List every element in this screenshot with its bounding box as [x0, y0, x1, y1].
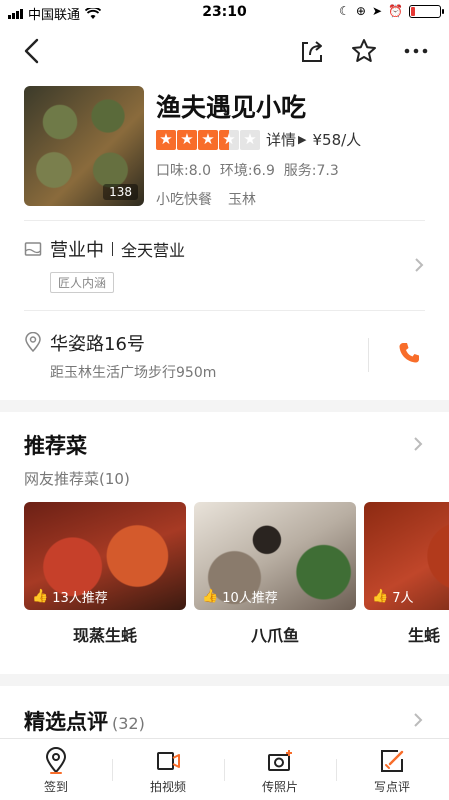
details-link[interactable]: 详情	[266, 129, 296, 150]
shop-icon	[24, 242, 42, 256]
video-camera-icon	[157, 752, 180, 770]
moon-icon: ☾	[339, 4, 350, 18]
feature-badge: 匠人内涵	[50, 272, 115, 293]
checkin-button[interactable]: 签到	[6, 747, 106, 795]
shop-photo[interactable]: 138	[24, 86, 144, 206]
recommend-count: 👍 7人	[372, 587, 413, 606]
battery-icon	[409, 4, 444, 18]
dish-card[interactable]: 👍 10人推荐 八爪鱼	[194, 502, 356, 646]
separator	[336, 759, 337, 781]
back-icon[interactable]	[18, 36, 48, 66]
category-tag[interactable]: 小吃快餐	[156, 189, 212, 209]
nav-bar	[0, 30, 449, 74]
dish-name: 现蒸生蚝	[72, 626, 137, 645]
divider	[24, 220, 425, 221]
recommended-subtitle: 网友推荐菜(10)	[24, 470, 130, 488]
reviews-title: 精选点评	[24, 710, 108, 734]
distance-note: 距玉林生活广场步行950m	[50, 365, 217, 381]
review-label: 写点评	[373, 780, 410, 794]
thumbs-up-icon: 👍	[372, 589, 389, 604]
checkin-label: 签到	[43, 780, 68, 794]
rating-row[interactable]: ★ ★ ★ ★ ★ 详情 ▶ ¥58/人	[156, 129, 361, 150]
dish-photo: 👍 13人推荐	[24, 502, 186, 610]
rating-stars: ★ ★ ★ ★ ★	[156, 129, 260, 150]
recommend-count: 👍 10人推荐	[202, 587, 278, 606]
location-arrow-icon: ➤	[371, 4, 383, 18]
street-address: 华姿路16号	[50, 334, 145, 355]
shop-name: 渔夫遇见小吃	[156, 93, 307, 122]
separator	[112, 759, 113, 781]
dish-card[interactable]: 👍 13人推荐 现蒸生蚝	[24, 502, 186, 646]
edit-review-icon	[381, 750, 404, 772]
chevron-right-icon[interactable]	[411, 713, 425, 727]
recommend-text: 10人推荐	[222, 591, 278, 606]
shop-tags: 小吃快餐 玉林	[156, 189, 256, 209]
dish-name: 生蚝	[408, 626, 441, 645]
star-half-icon: ★	[219, 129, 239, 150]
recommend-count: 👍 13人推荐	[32, 587, 108, 606]
star-icon: ★	[156, 129, 176, 150]
camera-plus-icon	[268, 750, 292, 771]
recommend-text: 7人	[392, 591, 414, 606]
more-icon[interactable]	[401, 36, 431, 66]
separator	[368, 338, 369, 372]
open-status: 营业中	[50, 240, 104, 261]
location-pin-icon	[45, 747, 67, 774]
write-review-button[interactable]: 写点评	[342, 747, 442, 795]
video-button[interactable]: 拍视频	[118, 747, 218, 795]
lock-rotation-icon: ⊕	[355, 4, 366, 18]
chevron-right-icon[interactable]	[411, 437, 425, 451]
location-pin-icon	[25, 332, 41, 352]
divider	[24, 310, 425, 311]
score-breakdown: 口味:8.0 环境:6.9 服务:7.3	[156, 163, 339, 179]
photo-count: 138	[103, 184, 138, 200]
star-icon: ★	[177, 129, 197, 150]
separator	[112, 242, 113, 256]
status-bar: 中国联通 23:10 ☾ ⊕ ➤ ⏰	[0, 0, 449, 24]
reviews-count: (32)	[112, 714, 145, 733]
dish-carousel[interactable]: 👍 13人推荐 现蒸生蚝 👍 10人推荐 八爪鱼 👍 7人 生蚝	[24, 502, 449, 652]
recommended-title[interactable]: 推荐菜	[24, 430, 87, 460]
reviews-header[interactable]: 精选点评 (32)	[24, 706, 145, 736]
star-icon: ★	[198, 129, 218, 150]
favorite-star-icon[interactable]	[349, 36, 379, 66]
upload-photo-button[interactable]: 传照片	[230, 747, 330, 795]
separator	[224, 759, 225, 781]
section-gap	[0, 674, 449, 686]
play-triangle-icon: ▶	[298, 133, 307, 146]
chevron-right-icon	[415, 258, 424, 272]
star-empty-icon: ★	[240, 129, 260, 150]
dish-photo: 👍 7人	[364, 502, 449, 610]
recommend-text: 13人推荐	[52, 591, 108, 606]
thumbs-up-icon: 👍	[202, 589, 219, 604]
alarm-icon: ⏰	[388, 4, 403, 18]
address-section[interactable]: 华姿路16号 距玉林生活广场步行950m	[24, 330, 426, 390]
dish-name: 八爪鱼	[250, 626, 299, 645]
business-hours[interactable]: 营业中 全天营业 匠人内涵	[24, 236, 426, 296]
section-gap	[0, 400, 449, 412]
dish-card[interactable]: 👍 7人 生蚝	[364, 502, 449, 646]
price-per-person: ¥58/人	[312, 131, 362, 149]
photo-label: 传照片	[261, 780, 298, 794]
area-tag[interactable]: 玉林	[228, 189, 256, 209]
hours-detail: 全天营业	[121, 241, 186, 260]
phone-icon[interactable]	[396, 340, 422, 366]
video-label: 拍视频	[149, 780, 186, 794]
share-icon[interactable]	[297, 36, 327, 66]
bottom-action-bar: 签到 拍视频 传照片 写点评	[0, 738, 449, 800]
dish-photo: 👍 10人推荐	[194, 502, 356, 610]
shop-header: 138 渔夫遇见小吃 ★ ★ ★ ★ ★ 详情 ▶ ¥58/人 口味:8.0 环…	[24, 86, 426, 209]
thumbs-up-icon: 👍	[32, 589, 49, 604]
